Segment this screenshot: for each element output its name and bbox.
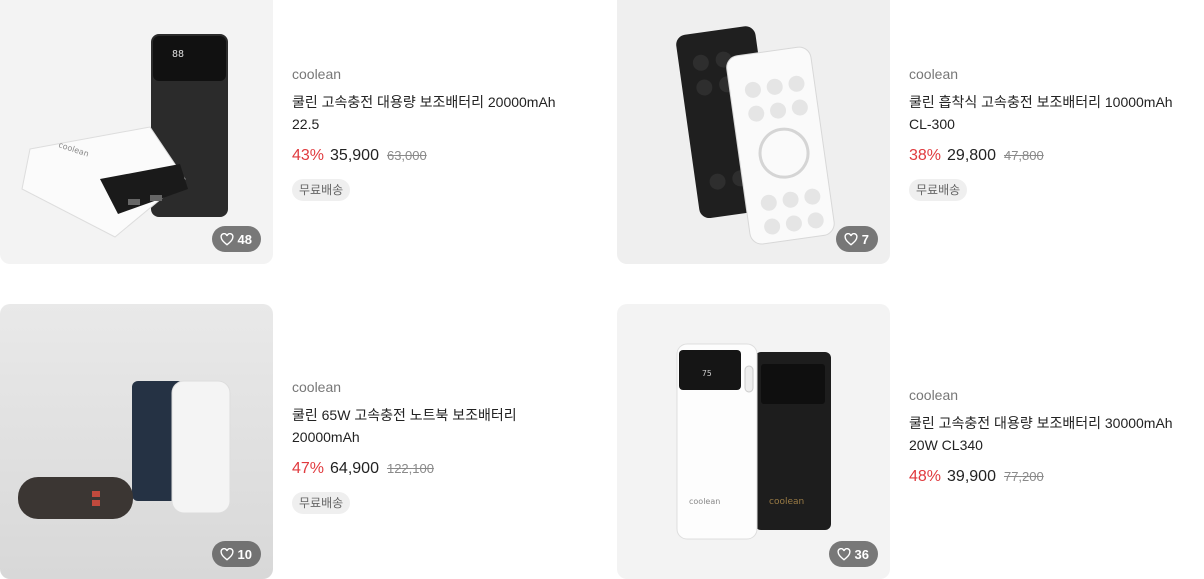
brand-name: coolean <box>909 66 959 82</box>
discount-rate: 48% <box>909 468 942 485</box>
sale-price: 29,800 <box>947 147 996 164</box>
svg-text:coolean: coolean <box>689 497 720 506</box>
like-count: 48 <box>237 231 252 247</box>
product-title[interactable]: 쿨린 고속충전 대용량 보조배터리 30000mAh 20W CL340 <box>909 412 1199 456</box>
product-card[interactable]: coolean 75 coolean 36 coolean 쿨린 고속충전 대용… <box>617 304 1204 579</box>
power-bank-image <box>617 0 890 264</box>
price-row: 43% 35,900 63,000 <box>292 147 582 165</box>
svg-text:75: 75 <box>702 369 712 378</box>
brand-name: coolean <box>909 387 959 403</box>
product-image[interactable]: 10 <box>0 304 273 579</box>
original-price: 122,100 <box>386 461 434 476</box>
product-info: coolean 쿨린 흡착식 고속충전 보조배터리 10000mAh CL-30… <box>909 66 1199 201</box>
like-count: 10 <box>237 546 252 562</box>
discount-rate: 47% <box>292 460 325 477</box>
like-button[interactable]: 7 <box>835 226 878 252</box>
product-image[interactable]: 88 coolean 48 <box>0 0 273 264</box>
product-card[interactable]: 7 coolean 쿨린 흡착식 고속충전 보조배터리 10000mAh CL-… <box>617 0 1204 264</box>
brand-name: coolean <box>292 66 342 82</box>
heart-icon <box>836 547 851 561</box>
price-row: 47% 64,900 122,100 <box>292 460 582 478</box>
free-shipping-badge: 무료배송 <box>909 179 968 201</box>
free-shipping-badge: 무료배송 <box>292 179 351 201</box>
product-card[interactable]: 10 coolean 쿨린 65W 고속충전 노트북 보조배터리 20000mA… <box>0 304 600 579</box>
product-info: coolean 쿨린 고속충전 대용량 보조배터리 30000mAh 20W C… <box>909 387 1199 500</box>
discount-rate: 43% <box>292 147 325 164</box>
discount-rate: 38% <box>909 147 942 164</box>
price-row: 48% 39,900 77,200 <box>909 468 1199 486</box>
power-bank-image: 88 coolean <box>0 0 273 264</box>
product-grid: 88 coolean 48 coolean 쿨린 고속충전 대용량 보조배터리 … <box>0 0 1204 579</box>
power-bank-image: coolean 75 coolean <box>617 304 890 579</box>
sale-price: 39,900 <box>947 468 996 485</box>
like-button[interactable]: 48 <box>211 226 261 252</box>
like-count: 36 <box>854 546 869 562</box>
sale-price: 35,900 <box>330 147 379 164</box>
svg-text:88: 88 <box>172 49 184 60</box>
like-button[interactable]: 36 <box>828 541 878 567</box>
sale-price: 64,900 <box>330 460 379 477</box>
heart-icon <box>844 232 858 246</box>
original-price: 47,800 <box>1003 148 1044 163</box>
original-price: 77,200 <box>1003 469 1044 484</box>
product-title[interactable]: 쿨린 흡착식 고속충전 보조배터리 10000mAh CL-300 <box>909 91 1199 135</box>
svg-text:coolean: coolean <box>769 497 804 507</box>
free-shipping-badge: 무료배송 <box>292 492 351 514</box>
like-button[interactable]: 10 <box>211 541 261 567</box>
product-image[interactable]: coolean 75 coolean 36 <box>617 304 890 579</box>
price-row: 38% 29,800 47,800 <box>909 147 1199 165</box>
product-title[interactable]: 쿨린 고속충전 대용량 보조배터리 20000mAh 22.5 <box>292 91 582 135</box>
product-title[interactable]: 쿨린 65W 고속충전 노트북 보조배터리 20000mAh <box>292 404 582 448</box>
like-count: 7 <box>861 231 869 247</box>
brand-name: coolean <box>292 379 342 395</box>
original-price: 63,000 <box>386 148 427 163</box>
product-info: coolean 쿨린 고속충전 대용량 보조배터리 20000mAh 22.5 … <box>292 66 582 201</box>
heart-icon <box>219 232 234 246</box>
power-bank-image <box>0 304 273 579</box>
product-info: coolean 쿨린 65W 고속충전 노트북 보조배터리 20000mAh 4… <box>292 379 582 514</box>
heart-icon <box>219 547 234 561</box>
product-card[interactable]: 88 coolean 48 coolean 쿨린 고속충전 대용량 보조배터리 … <box>0 0 600 264</box>
product-image[interactable]: 7 <box>617 0 890 264</box>
